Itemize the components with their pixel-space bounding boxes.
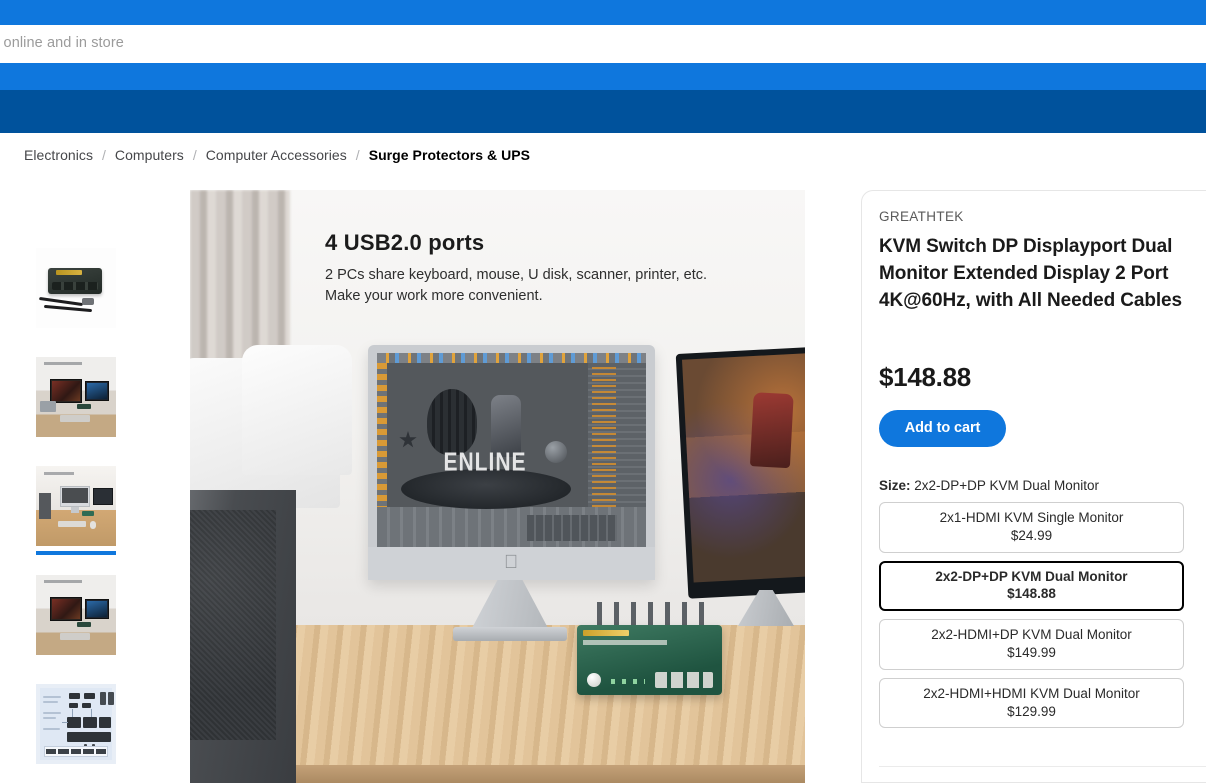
add-to-cart-button[interactable]: Add to cart — [879, 409, 1006, 447]
thumbnail-image-dual-monitor-desk-setup — [36, 357, 116, 437]
hero-pc-tower — [190, 490, 296, 783]
size-selected-value: 2x2-DP+DP KVM Dual Monitor — [914, 477, 1099, 493]
size-option-2x2-dp-dp-dual[interactable]: 2x2-DP+DP KVM Dual Monitor $148.88 — [879, 560, 1184, 612]
size-option-name: 2x1-HDMI KVM Single Monitor — [939, 509, 1124, 525]
site-header-top-bar — [0, 0, 1206, 25]
site-tagline: mart online and in store — [0, 35, 124, 51]
hero-imac-base — [453, 627, 567, 641]
hero-sofa-back — [242, 345, 352, 475]
site-nav-bar — [0, 63, 1206, 90]
size-option-name: 2x2-DP+DP KVM Dual Monitor — [935, 568, 1128, 584]
product-info-card: GREATHTEK KVM Switch DP Displayport Dual… — [861, 190, 1206, 783]
hero-second-monitor — [675, 346, 805, 599]
product-brand[interactable]: GREATHTEK — [879, 209, 1184, 224]
thumbnail-image-kvm-switch-with-cables — [36, 248, 116, 328]
size-option-price: $148.88 — [1007, 586, 1056, 602]
breadcrumb: Electronics / Computers / Computer Acces… — [24, 147, 530, 163]
hero-imac-screen: ENLINE — [377, 353, 646, 547]
hero-kvm-switch — [577, 625, 722, 695]
hero-overlay-text: 2 PCs share keyboard, mouse, U disk, sca… — [325, 265, 707, 306]
size-variant-list: 2x1-HDMI KVM Single Monitor $24.99 2x2-D… — [879, 501, 1184, 729]
site-tagline-bar — [0, 25, 1206, 63]
breadcrumb-separator: / — [192, 147, 197, 163]
size-option-2x2-hdmi-dp-dual[interactable]: 2x2-HDMI+DP KVM Dual Monitor $149.99 — [879, 619, 1184, 670]
breadcrumb-separator: / — [102, 147, 106, 163]
product-title: KVM Switch DP Displayport Dual Monitor E… — [879, 236, 1182, 311]
thumbnail-image-imac-and-monitor-desk-setup — [36, 466, 116, 546]
thumbnail-3[interactable] — [36, 466, 116, 555]
size-option-price: $129.99 — [1007, 703, 1056, 719]
size-label: Size: — [879, 477, 911, 493]
thumbnail-2[interactable] — [36, 357, 116, 437]
breadcrumb-item-current: Surge Protectors & UPS — [368, 147, 531, 163]
product-detail-page: mart online and in store Electronics / C… — [0, 0, 1206, 783]
breadcrumb-item-computer-accessories[interactable]: Computer Accessories — [206, 147, 347, 163]
thumbnail-5[interactable] — [36, 684, 116, 764]
thumbnail-selected-indicator — [36, 551, 116, 555]
thumbnail-image-connection-diagram — [36, 684, 116, 764]
breadcrumb-item-electronics[interactable]: Electronics — [24, 147, 93, 163]
apple-logo-icon:  — [504, 552, 518, 574]
hero-overlay-line-2: Make your work more convenient. — [325, 287, 543, 304]
thumbnail-4[interactable] — [36, 575, 116, 655]
size-selected-line: Size: 2x2-DP+DP KVM Dual Monitor — [879, 478, 1184, 493]
site-subnav-bar — [0, 90, 1206, 133]
thumbnail-1[interactable] — [36, 248, 116, 328]
hero-overlay-line-1: 2 PCs share keyboard, mouse, U disk, sca… — [325, 267, 708, 283]
size-option-price: $24.99 — [1010, 527, 1053, 543]
size-option-2x2-hdmi-hdmi-dual[interactable]: 2x2-HDMI+HDMI KVM Dual Monitor $129.99 — [879, 677, 1184, 729]
card-separator — [879, 766, 1206, 767]
size-option-2x1-hdmi-single[interactable]: 2x1-HDMI KVM Single Monitor $24.99 — [879, 501, 1184, 553]
size-option-name: 2x2-HDMI+HDMI KVM Dual Monitor — [923, 685, 1140, 701]
hero-screen-logo: ENLINE — [443, 447, 527, 477]
size-option-price: $149.99 — [1007, 644, 1056, 660]
size-option-name: 2x2-HDMI+DP KVM Dual Monitor — [931, 627, 1132, 643]
hero-overlay-heading: 4 USB2.0 ports — [325, 230, 485, 255]
product-price: $148.88 — [879, 361, 971, 392]
thumbnail-image-two-pcs-share-two-monitors — [36, 575, 116, 655]
hero-product-image[interactable]: ENLINE  4 USB2.0 ports 2 PCs share keyb… — [190, 190, 805, 783]
thumbnail-rail — [36, 248, 116, 783]
breadcrumb-separator: / — [355, 147, 360, 163]
breadcrumb-item-computers[interactable]: Computers — [115, 147, 184, 163]
